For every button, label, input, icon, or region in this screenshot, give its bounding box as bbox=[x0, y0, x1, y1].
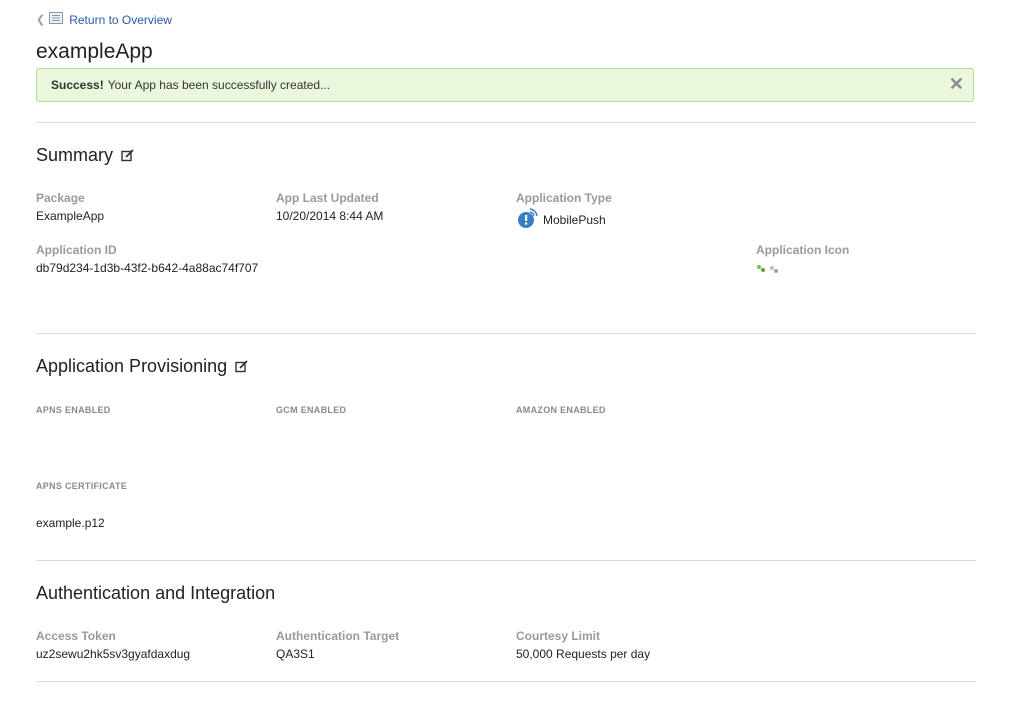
return-to-overview-link[interactable]: ❮ Return to Overview bbox=[36, 12, 172, 27]
auth-section-title: Authentication and Integration bbox=[36, 583, 275, 604]
courtesy-limit-value: 50,000 Requests per day bbox=[516, 647, 651, 661]
success-alert: Success! Your App has been successfully … bbox=[36, 68, 974, 102]
apns-certificate-label: APNS CERTIFICATE bbox=[36, 481, 128, 491]
authentication-target-label: Authentication Target bbox=[276, 629, 400, 643]
gcm-enabled-label: GCM ENABLED bbox=[276, 405, 347, 415]
edit-icon[interactable] bbox=[235, 360, 248, 373]
access-token-label: Access Token bbox=[36, 629, 116, 643]
chevron-left-icon: ❮ bbox=[36, 14, 46, 26]
alert-message: Your App has been successfully created..… bbox=[107, 78, 331, 92]
courtesy-limit-label: Courtesy Limit bbox=[516, 629, 601, 643]
application-icon-image bbox=[756, 262, 780, 280]
close-icon[interactable]: ✕ bbox=[949, 73, 964, 95]
list-icon bbox=[49, 12, 64, 27]
package-value: ExampleApp bbox=[36, 209, 105, 223]
authentication-target-value: QA3S1 bbox=[276, 647, 315, 661]
divider bbox=[36, 681, 976, 682]
package-label: Package bbox=[36, 191, 85, 205]
edit-icon[interactable] bbox=[121, 149, 134, 162]
auth-title: Authentication and Integration bbox=[36, 583, 276, 603]
apns-certificate-value: example.p12 bbox=[36, 516, 105, 530]
divider bbox=[36, 560, 976, 561]
application-type-value: MobilePush bbox=[543, 212, 606, 227]
app-last-updated-value: 10/20/2014 8:44 AM bbox=[276, 209, 384, 223]
provisioning-section-title: Application Provisioning bbox=[36, 356, 248, 377]
application-id-value: db79d234-1d3b-43f2-b642-4a88ac74f707 bbox=[36, 261, 259, 275]
application-type-label: Application Type bbox=[516, 191, 612, 205]
page-title: exampleApp bbox=[36, 40, 153, 63]
divider bbox=[36, 333, 976, 334]
provisioning-title: Application Provisioning bbox=[36, 356, 228, 376]
application-type: MobilePush bbox=[516, 207, 606, 232]
summary-title: Summary bbox=[36, 145, 114, 165]
mobilepush-icon bbox=[516, 207, 538, 232]
apns-enabled-label: APNS ENABLED bbox=[36, 405, 111, 415]
alert-strong: Success! bbox=[51, 78, 104, 92]
divider bbox=[36, 122, 976, 123]
app-last-updated-label: App Last Updated bbox=[276, 191, 379, 205]
summary-section-title: Summary bbox=[36, 145, 134, 166]
amazon-enabled-label: AMAZON ENABLED bbox=[516, 405, 606, 415]
access-token-value: uz2sewu2hk5sv3gyafdaxdug bbox=[36, 647, 191, 661]
return-to-overview-label[interactable]: Return to Overview bbox=[69, 13, 172, 27]
application-icon-label: Application Icon bbox=[756, 243, 850, 257]
application-id-label: Application ID bbox=[36, 243, 117, 257]
